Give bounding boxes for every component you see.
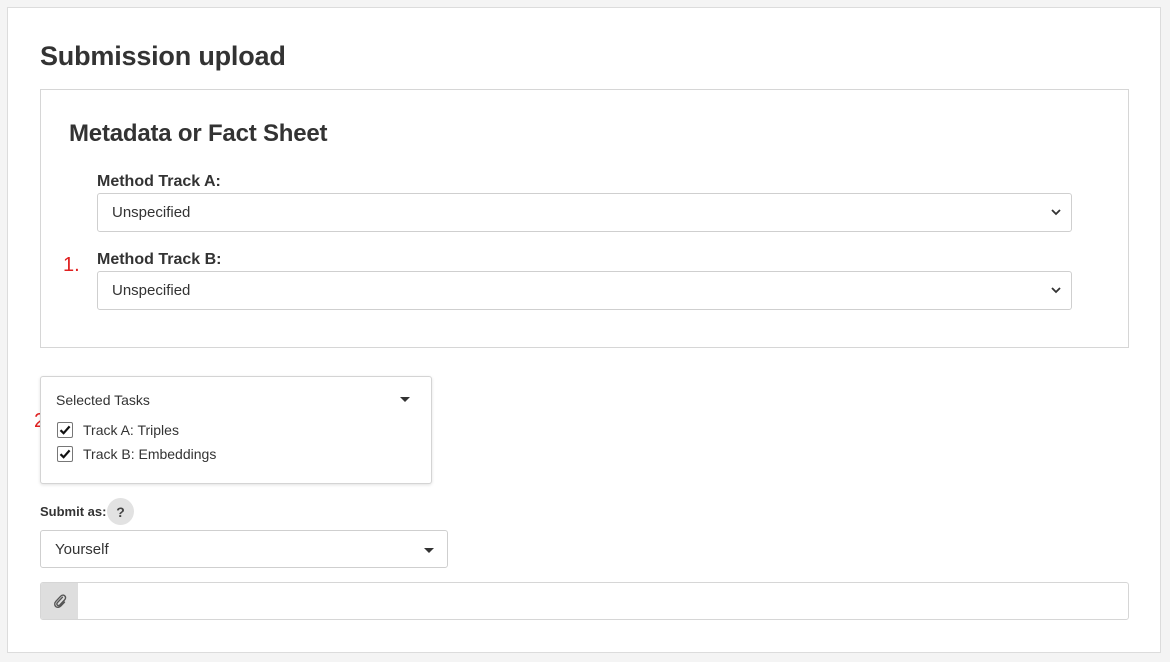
method-track-a-select[interactable]: Unspecified [97, 193, 1072, 232]
submit-as-value: Yourself [55, 540, 109, 558]
selected-tasks-dropdown[interactable]: Selected Tasks Track A: Triples Track B:… [40, 376, 432, 484]
chevron-down-icon [1051, 209, 1061, 216]
page-title: Submission upload [40, 41, 286, 71]
submit-as-label: Submit as: [40, 504, 107, 519]
attach-button[interactable] [41, 583, 78, 619]
chevron-down-icon [1051, 287, 1061, 294]
check-icon [59, 449, 71, 459]
paperclip-icon [53, 594, 66, 609]
checkbox-track-a[interactable] [57, 422, 73, 438]
file-upload-input[interactable] [40, 582, 1129, 620]
metadata-title: Metadata or Fact Sheet [69, 120, 328, 147]
annotation-1: 1. [63, 254, 80, 276]
help-icon[interactable]: ? [107, 498, 134, 525]
caret-down-icon[interactable] [400, 397, 410, 402]
method-track-a-value: Unspecified [112, 204, 191, 221]
checkbox-track-b[interactable] [57, 446, 73, 462]
method-track-b-select[interactable]: Unspecified [97, 271, 1072, 310]
task-label-track-b: Track B: Embeddings [83, 446, 217, 462]
file-name-field[interactable] [78, 583, 1128, 619]
metadata-section: Metadata or Fact Sheet Method Track A: U… [40, 89, 1129, 348]
method-track-a-label: Method Track A: [97, 173, 221, 190]
task-item-track-a[interactable]: Track A: Triples [57, 422, 179, 438]
task-label-track-a: Track A: Triples [83, 422, 179, 438]
task-item-track-b[interactable]: Track B: Embeddings [57, 446, 216, 462]
caret-down-icon [424, 548, 434, 553]
submit-as-select[interactable]: Yourself [40, 530, 448, 568]
method-track-b-value: Unspecified [112, 282, 191, 299]
method-track-b-label: Method Track B: [97, 251, 222, 268]
selected-tasks-title: Selected Tasks [56, 392, 150, 408]
check-icon [59, 425, 71, 435]
